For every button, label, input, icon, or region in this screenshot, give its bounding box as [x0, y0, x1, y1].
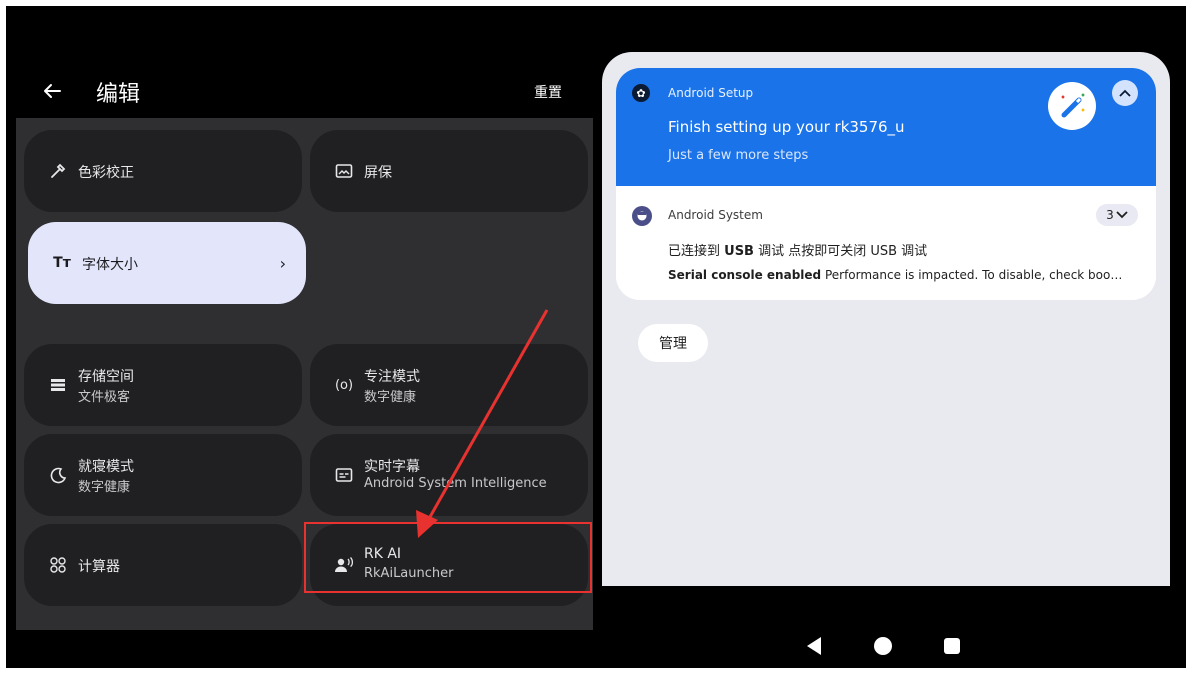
tile-label: 色彩校正 — [78, 165, 134, 181]
tile-sublabel: RkAiLauncher — [364, 566, 454, 581]
quick-settings-tiles-panel: 色彩校正 屏保 Tт 字体大小 › 存储空间 文件极客 (o) 专注模式 数字健… — [16, 118, 593, 630]
notification-app-name: Android Setup — [668, 86, 754, 100]
manage-button[interactable]: 管理 — [638, 324, 708, 362]
setup-notification[interactable]: ✿ Android Setup Finish setting up your r… — [616, 68, 1156, 186]
gear-icon: ✿ — [632, 84, 650, 102]
chevron-right-icon: › — [279, 254, 286, 273]
nav-back-icon[interactable] — [806, 636, 822, 660]
collapse-button[interactable] — [1112, 80, 1138, 106]
tile-rk-ai[interactable]: RK AI RkAiLauncher — [310, 524, 588, 606]
calculator-icon — [48, 555, 68, 575]
navigation-bar — [806, 632, 966, 662]
line2-bold: Serial console enabled — [668, 268, 822, 282]
tile-calculator[interactable]: 计算器 — [24, 524, 302, 606]
android-system-icon — [632, 206, 652, 226]
tile-label: RK AI — [364, 546, 402, 562]
caption-icon — [334, 465, 354, 485]
bedtime-icon — [48, 465, 68, 485]
notification-line-1: 已连接到 USB 调试 点按即可关闭 USB 调试 — [668, 240, 927, 259]
tile-storage[interactable]: 存储空间 文件极客 — [24, 344, 302, 426]
voice-person-icon — [334, 555, 354, 575]
device-screen: 编辑 重置 色彩校正 屏保 Tт 字体大小 › 存储空间 文件极客 (o) 专注… — [6, 6, 1186, 668]
tile-sublabel: 数字健康 — [364, 390, 417, 405]
tile-label: 就寝模式 — [78, 459, 134, 475]
notification-line-2: Serial console enabled Performance is im… — [668, 268, 1148, 282]
chevron-down-icon — [1116, 211, 1128, 219]
reset-button[interactable]: 重置 — [534, 82, 562, 102]
tile-sublabel: 数字健康 — [78, 480, 131, 495]
notification-app-name: Android System — [668, 208, 763, 222]
font-size-icon: Tт — [53, 255, 71, 271]
tile-label: 字体大小 — [82, 257, 138, 273]
line1-prefix: 已连接到 — [668, 244, 725, 259]
dropper-icon — [48, 161, 68, 181]
tile-focus-mode[interactable]: (o) 专注模式 数字健康 — [310, 344, 588, 426]
screensaver-icon — [334, 161, 354, 181]
tile-label: 实时字幕 — [364, 459, 420, 475]
tile-label: 专注模式 — [364, 369, 420, 385]
notification-count-badge[interactable]: 3 — [1096, 204, 1138, 226]
tile-screensaver[interactable]: 屏保 — [310, 130, 588, 212]
tile-label: 存储空间 — [78, 369, 134, 385]
notification-title: Finish setting up your rk3576_u — [668, 118, 905, 136]
magic-wand-icon — [1048, 82, 1096, 130]
line2-text: Performance is impacted. To disable, che… — [821, 268, 1123, 282]
tile-font-size[interactable]: Tт 字体大小 › — [28, 222, 306, 304]
tile-label: 屏保 — [364, 165, 392, 181]
notification-group: ✿ Android Setup Finish setting up your r… — [616, 68, 1156, 300]
back-arrow-icon[interactable] — [40, 79, 64, 103]
edit-header: 编辑 重置 — [6, 66, 596, 118]
notification-subtitle: Just a few more steps — [668, 148, 809, 163]
notification-shade: ✿ Android Setup Finish setting up your r… — [602, 52, 1170, 586]
tile-live-caption[interactable]: 实时字幕 Android System Intelligence — [310, 434, 588, 516]
tile-label: 计算器 — [78, 559, 120, 575]
nav-home-icon[interactable] — [874, 637, 892, 655]
tile-color-correction[interactable]: 色彩校正 — [24, 130, 302, 212]
storage-icon — [48, 375, 68, 395]
notification-count: 3 — [1106, 208, 1114, 222]
nav-recents-icon[interactable] — [944, 638, 960, 654]
tile-bedtime-mode[interactable]: 就寝模式 数字健康 — [24, 434, 302, 516]
tile-sublabel: 文件极客 — [78, 390, 131, 405]
focus-icon: (o) — [334, 377, 354, 393]
line1-bold: USB — [724, 244, 754, 259]
tile-sublabel: Android System Intelligence — [364, 476, 547, 491]
line1-suffix: 调试 点按即可关闭 USB 调试 — [753, 244, 928, 259]
page-title: 编辑 — [96, 82, 141, 107]
chevron-up-icon — [1119, 89, 1131, 97]
system-notification[interactable]: Android System 3 已连接到 USB 调试 点按即可关闭 USB … — [616, 186, 1156, 300]
